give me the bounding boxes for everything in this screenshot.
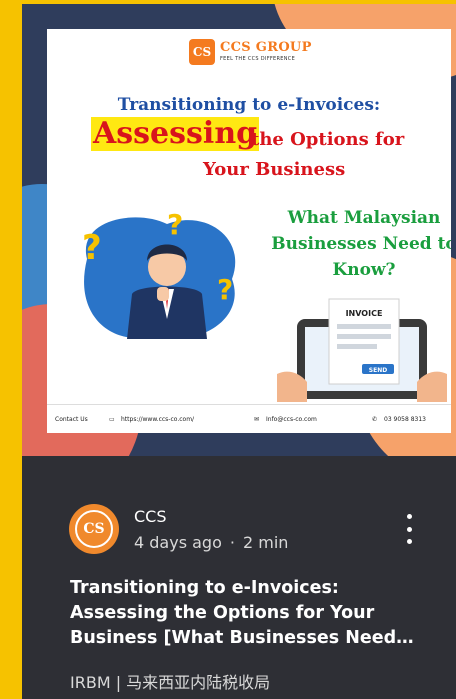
svg-text:SEND: SEND xyxy=(369,367,387,374)
poster-footer: Contact Us ▭ https://www.ccs-co.com/ ✉ I… xyxy=(47,404,451,433)
post-category[interactable]: IRBM | 马来西亚内陆税收局 xyxy=(70,669,270,693)
meta-separator: · xyxy=(229,533,235,552)
poster-title-highlight: Assessing xyxy=(91,116,260,151)
poster-question: What Malaysian Businesses Need to Know? xyxy=(271,208,451,280)
ccs-logo-name: CCS GROUP xyxy=(220,40,312,55)
svg-text:INVOICE: INVOICE xyxy=(346,309,383,318)
poster-contact-label: Contact Us xyxy=(55,416,88,423)
poster-title-line2: the Options for xyxy=(251,129,405,150)
author-name[interactable]: CCS xyxy=(134,507,167,526)
invoice-tablet-illustration: INVOICE SEND xyxy=(277,298,447,402)
phone-icon: ✆ xyxy=(372,416,378,423)
poster-website: https://www.ccs-co.com/ xyxy=(121,416,195,423)
kebab-dot xyxy=(406,514,412,519)
svg-text:?: ? xyxy=(167,208,183,241)
post-read-time: 2 min xyxy=(242,533,289,552)
post-title[interactable]: Transitioning to e-Invoices: Assessing t… xyxy=(70,576,440,651)
thinking-man-illustration: ? ? ? xyxy=(82,208,236,339)
poster: CS CCS GROUP FEEL THE CCS DIFFERENCE Tra… xyxy=(47,29,451,433)
poster-email: Info@ccs-co.com xyxy=(266,416,317,423)
kebab-dot xyxy=(406,526,412,532)
mail-icon: ✉ xyxy=(254,416,260,423)
ccs-logo-mark: CS xyxy=(189,39,215,65)
blog-post-card[interactable]: CS CCS GROUP FEEL THE CCS DIFFERENCE Tra… xyxy=(22,4,456,699)
post-meta: 4 days ago · 2 min xyxy=(134,533,288,552)
post-cover-image[interactable]: CS CCS GROUP FEEL THE CCS DIFFERENCE Tra… xyxy=(22,4,456,456)
ccs-logo-tagline: FEEL THE CCS DIFFERENCE xyxy=(220,56,296,62)
author-avatar[interactable]: CS xyxy=(69,504,119,554)
more-options-icon[interactable] xyxy=(402,514,416,544)
poster-title-line3: Your Business xyxy=(203,159,346,180)
poster-phone: 03 9058 8313 xyxy=(384,416,426,423)
poster-title-line1: Transitioning to e-Invoices: xyxy=(117,95,381,115)
post-time-ago: 4 days ago xyxy=(134,533,222,552)
svg-text:?: ? xyxy=(82,228,102,268)
author-avatar-mark: CS xyxy=(75,510,113,548)
svg-text:?: ? xyxy=(217,273,233,306)
ccs-logo: CS CCS GROUP FEEL THE CCS DIFFERENCE xyxy=(189,37,311,67)
globe-icon: ▭ xyxy=(109,416,115,423)
kebab-dot xyxy=(406,539,412,544)
